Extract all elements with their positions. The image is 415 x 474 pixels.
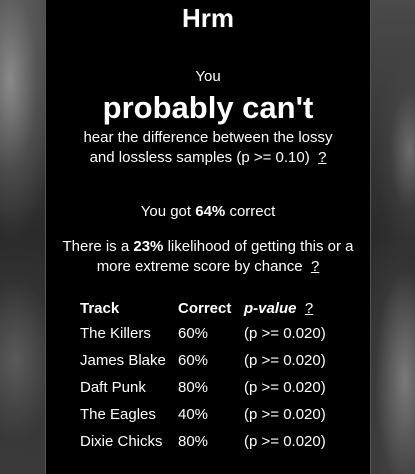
row-pvalue: (p >= 0.020): [244, 352, 326, 369]
score-prefix: You got: [140, 203, 192, 220]
table-row: Dixie Chicks 80% (p >= 0.020): [80, 428, 332, 455]
verdict-lead: You: [195, 68, 221, 85]
row-correct: 60%: [178, 325, 209, 342]
row-correct: 80%: [178, 433, 209, 450]
likelihood-summary: There is a 23% likelihood of getting thi…: [46, 237, 370, 277]
page-title: Hrm: [181, 3, 234, 33]
header-track: Track: [80, 299, 120, 317]
table-row: Daft Punk 80% (p >= 0.020): [80, 374, 332, 401]
row-pvalue: (p >= 0.020): [244, 379, 326, 396]
verdict-headline: probably can't: [102, 90, 314, 125]
verdict-help-link[interactable]: ?: [318, 149, 326, 166]
header-pvalue-label: p-value: [244, 299, 297, 317]
likelihood-prefix: There is a: [62, 238, 130, 255]
results-table: Track Correct p-value ? The Killers 60% …: [80, 296, 332, 455]
header-pvalue: p-value ?: [244, 296, 332, 320]
verdict-line-2: and lossless samples (p >= 0.10): [89, 149, 310, 166]
table-header-row: Track Correct p-value ?: [80, 296, 332, 320]
row-correct: 60%: [178, 352, 209, 369]
verdict-line-1: hear the difference between the lossy: [83, 129, 333, 146]
likelihood-help-link[interactable]: ?: [311, 258, 319, 275]
row-track: Dixie Chicks: [80, 433, 163, 450]
row-track: The Killers: [80, 325, 151, 342]
row-track: James Blake: [80, 352, 166, 369]
row-correct: 40%: [178, 406, 209, 423]
row-track: The Eagles: [80, 406, 156, 423]
likelihood-middle: likelihood of getting this or a: [167, 238, 354, 255]
row-pvalue: (p >= 0.020): [244, 406, 326, 423]
table-row: The Eagles 40% (p >= 0.020): [80, 401, 332, 428]
score-suffix: correct: [229, 203, 276, 220]
score-summary: You got 64% correct: [46, 202, 370, 222]
score-percent: 64%: [195, 203, 226, 220]
row-correct: 80%: [178, 379, 209, 396]
table-row: The Killers 60% (p >= 0.020): [80, 320, 332, 347]
pvalue-help-link[interactable]: ?: [305, 300, 313, 317]
row-pvalue: (p >= 0.020): [244, 325, 326, 342]
row-track: Daft Punk: [80, 379, 146, 396]
row-pvalue: (p >= 0.020): [244, 433, 326, 450]
likelihood-percent: 23%: [133, 238, 164, 255]
likelihood-line-2: more extreme score by chance: [96, 258, 303, 275]
table-row: James Blake 60% (p >= 0.020): [80, 347, 332, 374]
header-correct: Correct: [178, 299, 232, 317]
results-panel: Hrm You probably can't hear the differen…: [45, 0, 371, 474]
verdict-explanation: hear the difference between the lossy an…: [46, 128, 370, 168]
